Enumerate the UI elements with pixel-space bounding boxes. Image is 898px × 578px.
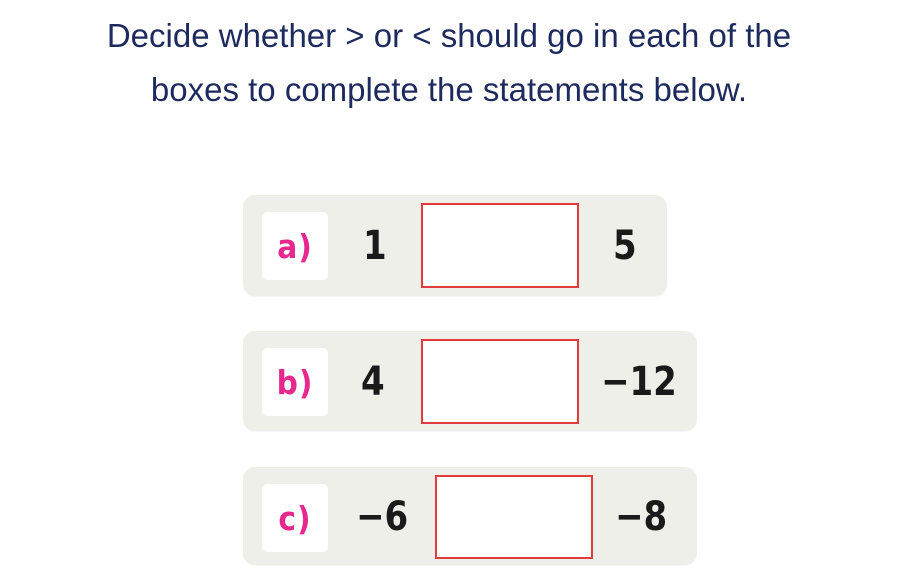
right-number: 5 <box>613 223 637 269</box>
answer-box[interactable] <box>435 475 593 559</box>
answer-box[interactable] <box>421 203 579 288</box>
answer-box[interactable] <box>421 339 579 424</box>
instructions-line-1: Decide whether > or < should go in each … <box>106 17 792 54</box>
question-label: b) <box>262 348 328 416</box>
right-number: −8 <box>615 494 668 540</box>
left-number: 4 <box>361 359 385 405</box>
question-label: a) <box>262 212 328 280</box>
left-number: −6 <box>356 494 409 540</box>
question-a: a) 1 5 <box>243 195 667 296</box>
question-c: c) −6 −8 <box>243 467 697 565</box>
left-number: 1 <box>363 223 387 269</box>
question-label: c) <box>262 484 328 552</box>
right-number: −12 <box>601 359 677 405</box>
question-b: b) 4 −12 <box>243 331 697 431</box>
instructions-line-2: boxes to complete the statements below. <box>150 71 748 108</box>
